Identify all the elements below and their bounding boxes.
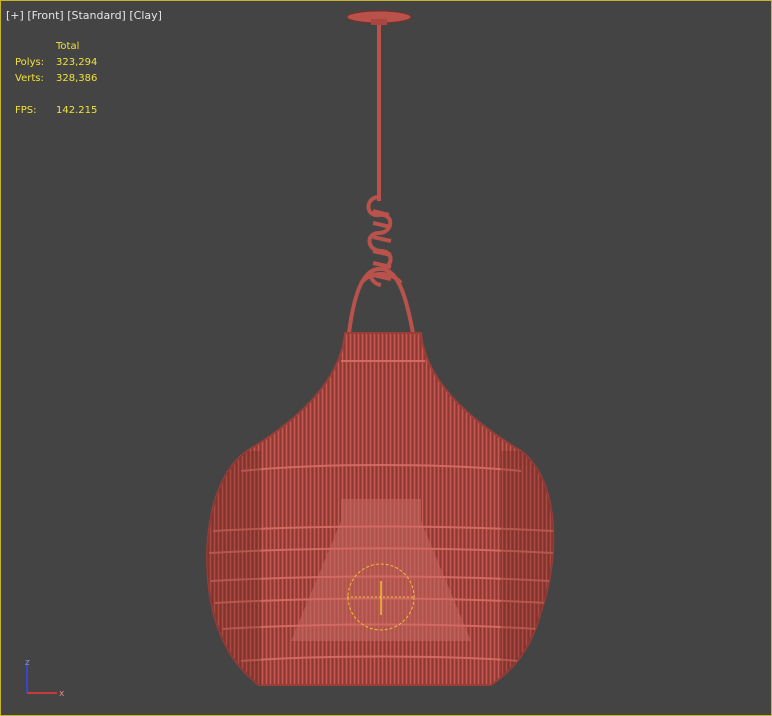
wicker-shade <box>206 332 555 686</box>
axis-z-label: z <box>25 658 30 668</box>
lamp-model[interactable] <box>1 1 771 715</box>
axis-gizmo-icon: z x <box>25 658 65 699</box>
canopy-stem <box>371 19 387 25</box>
axis-x-label: x <box>59 689 65 699</box>
viewport-front[interactable]: [+] [Front] [Standard] [Clay] Total Poly… <box>0 0 772 716</box>
